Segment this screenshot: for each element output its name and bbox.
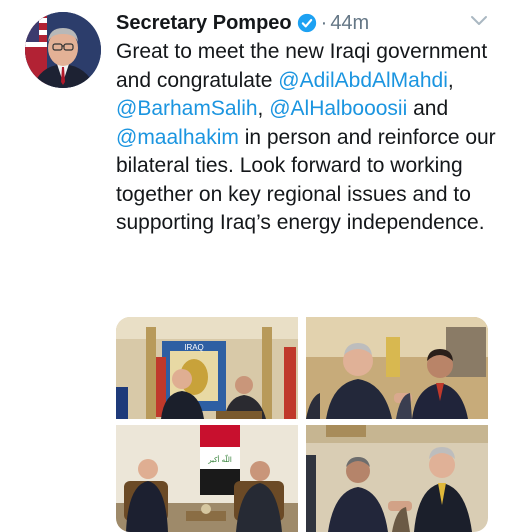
verified-badge-icon bbox=[297, 13, 316, 33]
tweet-photo-3[interactable]: اللّه أكبر bbox=[116, 425, 298, 532]
photo-grid: IRAQ اللّه أكبر bbox=[116, 317, 488, 532]
header-separator: · bbox=[320, 11, 328, 34]
tweet-photo-1[interactable]: IRAQ bbox=[116, 317, 298, 419]
mention-link[interactable]: @maalhakim bbox=[116, 126, 239, 149]
tweet-text-part: , bbox=[257, 97, 270, 120]
tweet-timestamp[interactable]: 44m bbox=[330, 12, 369, 35]
tweet-text-part: , bbox=[447, 68, 454, 92]
mention-link[interactable]: @AdilAbdAlMahdi bbox=[278, 69, 448, 92]
avatar-image bbox=[25, 12, 101, 88]
mention-link[interactable]: @BarhamSalih bbox=[116, 97, 258, 120]
tweet-text-part: and bbox=[407, 97, 449, 120]
author-avatar[interactable] bbox=[25, 12, 101, 88]
chevron-down-icon[interactable] bbox=[468, 12, 490, 30]
mention-link[interactable]: @AlHalbooosii bbox=[269, 97, 407, 120]
tweet-header: Secretary Pompeo · 44m bbox=[116, 8, 369, 38]
author-name[interactable]: Secretary Pompeo bbox=[116, 12, 292, 35]
tweet-photo-4[interactable] bbox=[306, 425, 488, 532]
tweet-photo-2[interactable] bbox=[306, 317, 488, 419]
tweet-text: Great to meet the new Iraqi government a… bbox=[116, 38, 508, 238]
svg-text:اللّه أكبر: اللّه أكبر bbox=[207, 453, 232, 464]
emblem-sign: IRAQ bbox=[184, 343, 204, 352]
